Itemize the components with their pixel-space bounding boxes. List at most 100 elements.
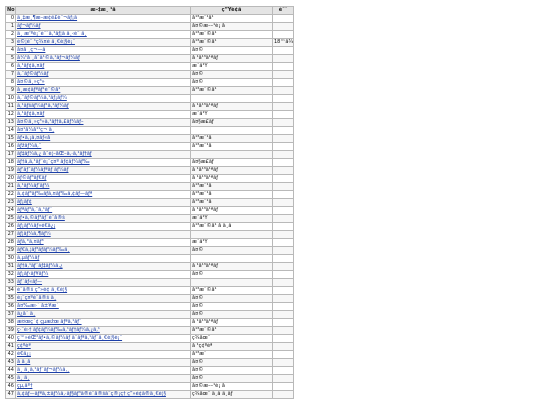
file-name-cell: ã‚¹ãƒ¢ã‚¤ãƒ	[15, 110, 191, 119]
file-link[interactable]: ä¸ ä¸ã‚¹ãƒˆãƒ¬ãƒ¼ã‚¸	[17, 368, 70, 374]
note-cell: 18™å¾¹	[272, 38, 294, 47]
file-link[interactable]: ä¿å­˜ ä¸	[17, 312, 35, 318]
table-row: 26 ãƒ¡ãƒ¼ãƒ«é€ä¿¡ å¹³æˆ©å¹ å ä¸ã	[5, 222, 294, 231]
file-link[interactable]: ãƒ˜ãƒ«ãƒ—	[17, 280, 42, 286]
row-number: 8	[5, 78, 16, 87]
row-number: 42	[5, 350, 16, 359]
file-link[interactable]: ãƒ•ã‚©ãƒ³ãƒˆè¨­å®š	[17, 216, 65, 222]
row-number: 14	[5, 126, 16, 135]
file-link[interactable]: ã‚¢ãƒ—ãƒªã‚±ãƒ¼ã‚·ãƒ§ãƒ³ã®è¨­å®šã¨ç®¡ç† …	[17, 392, 166, 398]
file-link[interactable]: ãƒ†ã‚­ã‚¹ãƒˆè¡¨ç¤º ãƒ¢ãƒ¼ãƒ‰	[17, 160, 90, 166]
file-link[interactable]: ãƒ†ã‚¹ãƒˆãƒ‡ãƒ¼ã‚¿	[17, 264, 63, 270]
header-name[interactable]: æ–‡æ¸ ¹å	[15, 6, 191, 15]
file-link[interactable]: ã‚¹ãƒšãƒ¼ãƒ¹ã‚¹ãƒ¼ãƒ	[17, 104, 69, 110]
file-link[interactable]: ç·¨é›† ãƒ¢ãƒ¼ãƒ‰ã‚¹ãƒ†ãƒ¼ã‚¿ã‚¹	[17, 328, 100, 334]
note-cell	[272, 214, 294, 223]
row-number: 24	[5, 206, 16, 215]
note-cell	[272, 230, 294, 239]
row-number: 7	[5, 70, 16, 79]
file-link[interactable]: ç¢ºèª	[17, 344, 31, 350]
file-name-cell: å¤‰æ›´ å±¥æ­´	[15, 302, 191, 311]
file-link[interactable]: è¡¨ç¤ºè¨­å®š ä¸	[17, 296, 56, 302]
note-cell	[272, 94, 294, 103]
note-cell	[272, 150, 294, 159]
note-cell	[272, 62, 294, 71]
date-cell	[190, 278, 273, 287]
date-cell: å ¹å¹³ä¹ªãƒ	[190, 262, 273, 271]
file-link[interactable]: ã‚¯ãƒ©ãƒ¼ãƒ	[17, 72, 48, 78]
file-link[interactable]: å¼¹å ¸å¯ä¹©ã‚¹ãƒ¬ãƒ¼ãƒ	[17, 56, 80, 62]
table-row: 4 å¤å ¸ç¬—ã å¤©	[5, 46, 294, 55]
file-link[interactable]: ã‚µãƒ¼ãƒ	[17, 256, 39, 262]
file-link[interactable]: ä¸‡æ¸¶æ–æ¢ê£è¨¬ãƒ¡ã	[17, 16, 77, 22]
file-link[interactable]: å¸æ¢ãƒªãƒ¹è¨©å¹	[17, 88, 60, 94]
file-name-cell: ä¿å­˜ ä¸	[15, 310, 191, 319]
file-name-cell: ãƒ•ã‚¡ã‚¤ãƒ«å	[15, 134, 191, 143]
file-link[interactable]: è¨­å®š ç”»é¢ ä¸€è¦§	[17, 288, 67, 294]
file-link[interactable]: ãƒ¦ãƒ¼ã‚¶ãƒ¼	[17, 232, 51, 238]
file-link[interactable]: ãƒ¡ãƒ‹ãƒ¥ãƒ¼	[17, 272, 48, 278]
file-link[interactable]: ãƒ¬ãƒ¼ãƒ	[17, 24, 41, 30]
date-cell: å¤©	[190, 294, 273, 303]
file-name-cell: ãƒ€ã‚¦ãƒ³ãƒ­ãƒ¼ãƒ‰ä¸	[15, 246, 191, 255]
file-link[interactable]: ã‚¢ãƒ³ãƒ‰ãƒ­ã‚¤ãƒ‰ã‚¢ãƒ—ãƒª	[17, 192, 92, 198]
header-date[interactable]: ç”Ÿè¢ã	[190, 6, 273, 15]
file-link[interactable]: å¤©ä¸»ç³»	[17, 80, 45, 86]
file-name-cell: ãƒ­ã‚°ã‚¤ãƒ³	[15, 238, 191, 247]
file-link[interactable]: è©¦é¨ ¹ç¾¤è ä¸€è¦§è¡¨	[17, 40, 75, 46]
file-link[interactable]: ã‚¹ãƒ¢ã‚¤ãƒ	[17, 112, 44, 118]
table-row: 32 ãƒ¡ãƒ‹ãƒ¥ãƒ¼ å¤©	[5, 270, 294, 279]
row-number: 11	[5, 102, 16, 111]
file-link[interactable]: ä¸ æ‘ºè¡¨è¨˜ã‚¹ãƒ¦ã ä¸‹è¨ ä¸	[17, 32, 87, 38]
date-cell: å¹³æˆ©å¹ å ä¸ã	[190, 222, 273, 231]
note-cell	[272, 262, 294, 271]
note-cell	[272, 254, 294, 263]
file-link[interactable]: ã‚¹ãƒ¼ãƒ‘ãƒ¼	[17, 184, 49, 190]
file-link[interactable]: ãƒ•ã‚¡ã‚¤ãƒ«å	[17, 136, 50, 142]
file-link[interactable]: ã‚¹ãƒ¢ã‚¤ãƒ	[17, 64, 44, 70]
file-link[interactable]: ãƒ­ã‚°ã‚¤ãƒ³	[17, 240, 44, 246]
file-name-cell: ã‚µãƒ¼ãƒ	[15, 254, 191, 263]
file-name-cell: ãƒ‡ãƒ¼ã‚¿ å¯è¦–åŒ–ã‚·ã‚¹ãƒ†ãƒ	[15, 150, 191, 159]
file-link[interactable]: ãƒ©ãƒ³ãƒ€ãƒ	[17, 176, 46, 182]
file-name-cell: çµ‚äº†	[15, 382, 191, 391]
row-number: 34	[5, 286, 16, 295]
row-number: 44	[5, 366, 16, 375]
header-no[interactable]: No	[5, 6, 16, 15]
file-link[interactable]: æ¤œç´¢ çµæžœ ãƒªã‚¹ãƒˆ	[17, 320, 82, 326]
file-link[interactable]: å¤‰æ›´ å±¥æ­´	[17, 304, 59, 310]
file-link[interactable]: ä¸ ä¸	[17, 376, 30, 382]
row-number: 23	[5, 198, 16, 207]
file-link[interactable]: ãƒ¡ãƒ¼ãƒ«é€ä¿¡	[17, 224, 55, 230]
date-cell: å ¹ç¢ºèª	[190, 342, 273, 351]
table-row: 10 ã‚¯ãƒ©ãƒ¼ã‚¹ãƒ¡ãƒ¼	[5, 94, 294, 103]
table-row: 30 ã‚µãƒ¼ãƒ	[5, 254, 294, 263]
file-link[interactable]: ãƒ‡ãƒ¼ã‚¿ å¯è¦–åŒ–ã‚·ã‚¹ãƒ†ãƒ	[17, 152, 92, 158]
file-name-cell: ãƒ†ã‚­ã‚¹ãƒˆè¡¨ç¤º ãƒ¢ãƒ¼ãƒ‰	[15, 158, 191, 167]
file-link[interactable]: å ä¸å	[17, 360, 30, 366]
file-link[interactable]: ãƒžãƒ¼ã‚¯	[17, 144, 41, 150]
row-number: 27	[5, 230, 16, 239]
row-number: 22	[5, 190, 16, 199]
file-link[interactable]: ç™»éŒ²ãƒ•ã‚©ãƒ¼ãƒ ã¨ãƒªã‚¹ãƒˆä¸€è¦§è¡¨	[17, 336, 122, 342]
note-cell	[272, 326, 294, 335]
row-number: 35	[5, 294, 16, 303]
file-link[interactable]: å¤¹å¼å¹¹ç¬ ä¸	[17, 128, 54, 134]
file-link[interactable]: é€ä¿¡	[17, 352, 31, 358]
file-link[interactable]: ã‚¯ãƒ©ãƒ¼ã‚¹ãƒ¡ãƒ¼	[17, 96, 67, 102]
file-link[interactable]: å¤å ¸ç¬—ã	[17, 48, 45, 54]
file-link[interactable]: ãƒ€ã‚¦ãƒ³ãƒ­ãƒ¼ãƒ‰ä¸	[17, 248, 70, 254]
file-link[interactable]: ãƒ‘ãƒ¯ãƒ¼ãƒªãƒ ãƒ¼ãƒ	[17, 168, 69, 174]
note-cell	[272, 70, 294, 79]
file-link[interactable]: ãƒªãƒ³ã‚¯ã‚¹ãƒˆ	[17, 208, 52, 214]
file-link[interactable]: å¤©ä¸»ç³»ã‚¹ãƒ†ã‚£ãƒ¼ãƒ–	[17, 120, 84, 126]
row-number: 33	[5, 278, 16, 287]
file-link[interactable]: ãƒ¡ãƒ¢	[17, 200, 32, 206]
table-row: 29 ãƒ€ã‚¦ãƒ³ãƒ­ãƒ¼ãƒ‰ä¸ å¤©	[5, 246, 294, 255]
header-note[interactable]: è¨˜	[272, 6, 294, 15]
file-link[interactable]: çµ‚äº†	[17, 384, 32, 390]
file-name-cell: è¡¨ç¤ºè¨­å®š ä¸	[15, 294, 191, 303]
row-number: 17	[5, 150, 16, 159]
row-number: 20	[5, 174, 16, 183]
note-cell	[272, 310, 294, 319]
